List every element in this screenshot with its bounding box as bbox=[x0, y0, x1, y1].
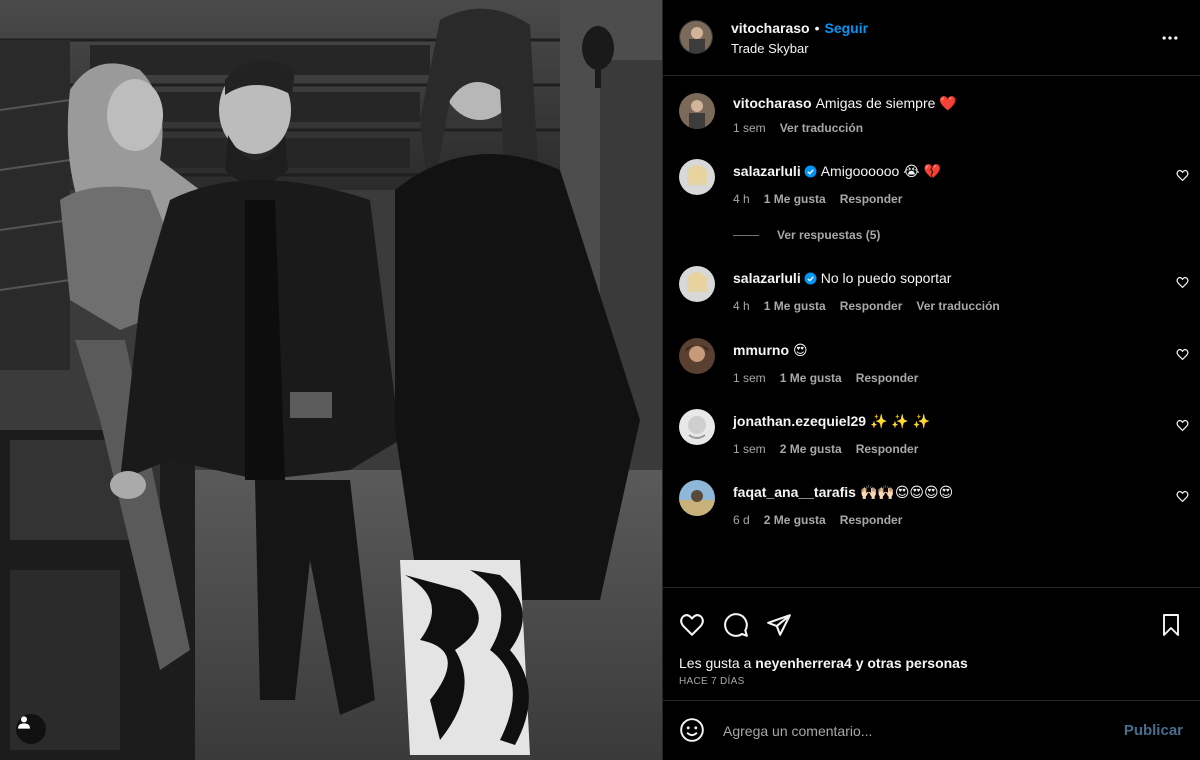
photo-image bbox=[0, 0, 662, 760]
comment-button[interactable] bbox=[723, 612, 749, 643]
comment-likes-count[interactable]: 1 Me gusta bbox=[764, 192, 826, 206]
reply-button[interactable]: Responder bbox=[840, 513, 903, 527]
follow-button[interactable]: Seguir bbox=[825, 20, 869, 36]
verified-badge-icon bbox=[804, 272, 817, 288]
comment-like-button[interactable] bbox=[1176, 490, 1189, 508]
user-tag-button[interactable] bbox=[16, 714, 46, 744]
comment-item: mmurno 😍 1 sem 1 Me gusta Responder bbox=[679, 338, 1189, 394]
comment-avatar[interactable] bbox=[679, 480, 715, 516]
comment-time[interactable]: 1 sem bbox=[733, 442, 766, 456]
comment-username[interactable]: faqat_ana__tarafis bbox=[733, 484, 856, 500]
separator-dot: • bbox=[814, 20, 820, 36]
likes-others-link[interactable]: otras personas bbox=[867, 655, 967, 671]
like-button[interactable] bbox=[679, 612, 705, 643]
bookmark-icon bbox=[1163, 614, 1179, 636]
reply-button[interactable]: Responder bbox=[856, 442, 919, 456]
comment-time[interactable]: 4 h bbox=[733, 192, 750, 206]
comment-time[interactable]: 6 d bbox=[733, 513, 750, 527]
comment-text: 🙌🏻🙌🏻😍😍😍😍 bbox=[859, 484, 954, 500]
post-timestamp[interactable]: HACE 7 DÍAS bbox=[679, 676, 745, 687]
comment-like-button[interactable] bbox=[1176, 419, 1189, 437]
send-icon bbox=[767, 614, 791, 636]
comment-like-button[interactable] bbox=[1176, 276, 1189, 294]
reply-button[interactable]: Responder bbox=[840, 299, 903, 313]
comment-item: faqat_ana__tarafis 🙌🏻🙌🏻😍😍😍😍 6 d 2 Me gusta… bbox=[679, 480, 1189, 536]
caption-row: vitocharaso Amigas de siempre ❤️ 1 sem Ver… bbox=[679, 93, 1189, 143]
heart-icon bbox=[1176, 276, 1189, 289]
comment-avatar[interactable] bbox=[679, 409, 715, 445]
comment-bubble-icon bbox=[724, 613, 748, 637]
author-username[interactable]: vitocharaso bbox=[731, 20, 810, 36]
post-location[interactable]: Trade Skybar bbox=[731, 41, 809, 56]
comment-likes-count[interactable]: 2 Me gusta bbox=[780, 442, 842, 456]
comment-item: salazarluli No lo puedo soportar 4 h 1 Me … bbox=[679, 266, 1189, 322]
comment-time[interactable]: 1 sem bbox=[733, 371, 766, 385]
heart-icon bbox=[1176, 419, 1189, 432]
replies-divider bbox=[733, 234, 759, 236]
comment-username[interactable]: salazarluli bbox=[733, 270, 801, 286]
post-header: vitocharaso • Seguir Trade Skybar bbox=[663, 0, 1200, 76]
comment-likes-count[interactable]: 1 Me gusta bbox=[780, 371, 842, 385]
comment-username[interactable]: salazarluli bbox=[733, 163, 801, 179]
view-replies-label: Ver respuestas (5) bbox=[777, 228, 881, 242]
heart-icon bbox=[1176, 348, 1189, 361]
post-photo[interactable] bbox=[0, 0, 662, 760]
heart-icon bbox=[1176, 169, 1189, 182]
emoji-icon bbox=[680, 718, 704, 742]
caption-text: Amigas de siempre ❤️ bbox=[815, 95, 957, 111]
post-actions: Les gusta a neyenherrera4 y otras person… bbox=[663, 587, 1200, 697]
comment-item: jonathan.ezequiel29 ✨ ✨ ✨ 1 sem 2 Me gusta… bbox=[679, 409, 1189, 465]
share-button[interactable] bbox=[766, 612, 792, 643]
reply-button[interactable]: Responder bbox=[856, 371, 919, 385]
comment-input[interactable] bbox=[723, 715, 1103, 747]
caption-avatar[interactable] bbox=[679, 93, 715, 129]
comment-username[interactable]: mmurno bbox=[733, 342, 789, 358]
comment-like-button[interactable] bbox=[1176, 348, 1189, 366]
likes-summary[interactable]: Les gusta a neyenherrera4 y otras person… bbox=[679, 655, 968, 671]
emoji-button[interactable] bbox=[679, 717, 705, 748]
comment-avatar[interactable] bbox=[679, 266, 715, 302]
comment-avatar[interactable] bbox=[679, 338, 715, 374]
heart-icon bbox=[680, 614, 704, 636]
likes-prefix: Les gusta a bbox=[679, 655, 752, 671]
comment-text: No lo puedo soportar bbox=[820, 270, 952, 286]
comment-text: ✨ ✨ ✨ bbox=[870, 413, 931, 429]
verified-badge-icon bbox=[804, 165, 817, 181]
comment-text: Amigoooooo 😭 💔 bbox=[820, 163, 941, 179]
comment-likes-count[interactable]: 2 Me gusta bbox=[764, 513, 826, 527]
view-replies-button[interactable]: Ver respuestas (5) bbox=[733, 228, 880, 242]
publish-button[interactable]: Publicar bbox=[1124, 722, 1183, 739]
likes-connector: y bbox=[855, 655, 864, 671]
post-side-panel: vitocharaso • Seguir Trade Skybar vitochar… bbox=[662, 0, 1200, 760]
more-horizontal-icon bbox=[1162, 36, 1178, 40]
user-tag-icon bbox=[18, 716, 30, 729]
comment-text: 😍 bbox=[793, 342, 808, 358]
caption-time[interactable]: 1 sem bbox=[733, 121, 766, 135]
comment-like-button[interactable] bbox=[1176, 169, 1189, 187]
comment-item: salazarluli Amigoooooo 😭 💔 4 h 1 Me gusta R… bbox=[679, 159, 1189, 215]
more-options-button[interactable] bbox=[1160, 28, 1180, 53]
author-avatar[interactable] bbox=[679, 20, 713, 54]
heart-icon bbox=[1176, 490, 1189, 503]
caption-translate-link[interactable]: Ver traducción bbox=[780, 121, 863, 135]
comments-list[interactable]: vitocharaso Amigas de siempre ❤️ 1 sem Ver… bbox=[663, 77, 1200, 587]
comment-username[interactable]: jonathan.ezequiel29 bbox=[733, 413, 866, 429]
comment-time[interactable]: 4 h bbox=[733, 299, 750, 313]
translate-link[interactable]: Ver traducción bbox=[916, 299, 999, 313]
comment-likes-count[interactable]: 1 Me gusta bbox=[764, 299, 826, 313]
add-comment-bar: Publicar bbox=[663, 700, 1200, 760]
reply-button[interactable]: Responder bbox=[840, 192, 903, 206]
comment-avatar[interactable] bbox=[679, 159, 715, 195]
likes-username[interactable]: neyenherrera4 bbox=[755, 655, 852, 671]
caption-username[interactable]: vitocharaso bbox=[733, 95, 812, 111]
save-button[interactable] bbox=[1159, 612, 1183, 643]
